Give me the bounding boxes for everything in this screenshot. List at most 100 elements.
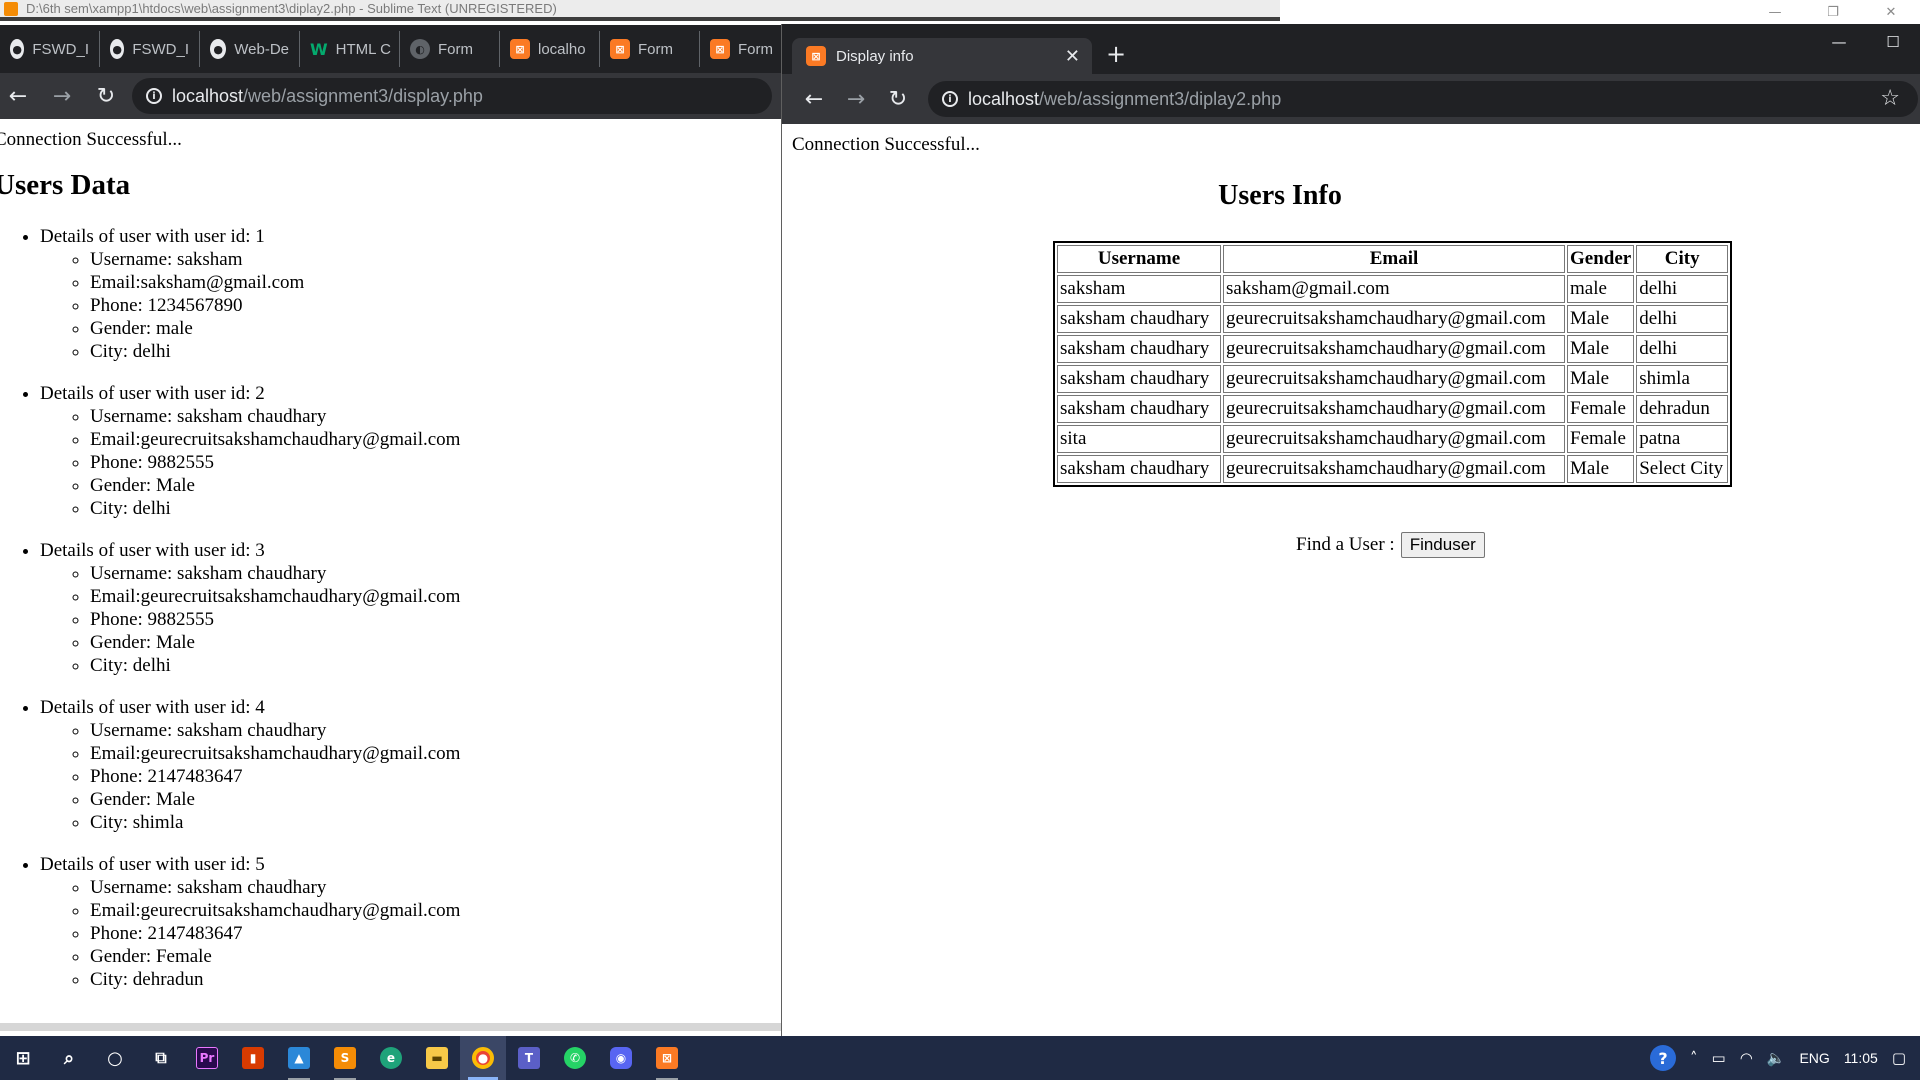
chrome-icon[interactable]: ● (460, 1036, 506, 1080)
tab-github-2[interactable]: ● FSWD_I (100, 31, 200, 67)
user-city: City: dehradun (90, 968, 460, 991)
url-path: /web/assignment3/diplay2.php (1039, 88, 1282, 109)
table-row: saksham chaudhary geurecruitsakshamchaud… (1057, 365, 1729, 393)
sublime-title: D:\6th sem\xampp1\htdocs\web\assignment3… (26, 1, 557, 16)
xampp-icon: ⊠ (510, 39, 530, 59)
page-title: Users Info (1218, 180, 1342, 211)
tab-github-1[interactable]: ● FSWD_I (0, 31, 100, 67)
globe-icon: ◐ (410, 39, 430, 59)
whatsapp-icon[interactable]: ✆ (552, 1036, 598, 1080)
restore-icon[interactable]: ❐ (1804, 0, 1862, 24)
table-row: saksham chaudhary geurecruitsakshamchaud… (1057, 455, 1729, 483)
language-indicator[interactable]: ENG (1799, 1050, 1829, 1066)
tab-display-info[interactable]: ⊠ Display info ✕ (792, 38, 1092, 74)
minimize-icon[interactable]: — (1812, 24, 1866, 60)
user-gender: Gender: Male (90, 631, 460, 654)
user-city: City: shimla (90, 811, 460, 834)
user-email: Email:geurecruitsakshamchaudhary@gmail.c… (90, 899, 460, 922)
tab-form-2[interactable]: ⊠ Form (600, 31, 700, 67)
user-gender: Gender: Male (90, 474, 460, 497)
find-user-button[interactable]: Finduser (1400, 532, 1485, 558)
sublime-text-icon[interactable]: S (322, 1036, 368, 1080)
help-icon[interactable]: ? (1650, 1045, 1676, 1071)
forward-icon[interactable]: → (44, 78, 80, 114)
table-row: sita geurecruitsakshamchaudhary@gmail.co… (1057, 425, 1729, 453)
xampp-icon[interactable]: ⊠ (644, 1036, 690, 1080)
tab-close-icon[interactable]: ✕ (1065, 46, 1080, 67)
xampp-icon: ⊠ (806, 46, 826, 66)
users-list: Details of user with user id: 1 Username… (0, 225, 460, 1010)
tab-w3schools[interactable]: W HTML C (300, 31, 400, 67)
notification-icon[interactable]: ▢ (1892, 1049, 1906, 1067)
info-icon[interactable]: i (942, 91, 958, 107)
forward-icon[interactable]: → (838, 81, 874, 117)
maximize-icon[interactable]: ☐ (1866, 24, 1920, 60)
list-item: Details of user with user id: 3 Username… (40, 539, 460, 677)
table-row: saksham chaudhary geurecruitsakshamchaud… (1057, 335, 1729, 363)
back-icon[interactable]: ← (796, 81, 832, 117)
teams-icon[interactable]: T (506, 1036, 552, 1080)
volume-icon[interactable]: 🔈 (1767, 1049, 1786, 1067)
new-tab-icon[interactable]: + (1106, 40, 1126, 68)
premiere-pro-icon[interactable]: Pr (184, 1036, 230, 1080)
office-icon[interactable]: ▮ (230, 1036, 276, 1080)
tab-localhost[interactable]: ⊠ localho (500, 31, 600, 67)
battery-icon[interactable]: ▭ (1712, 1049, 1726, 1067)
windows-start-icon[interactable]: ⊞ (0, 1036, 46, 1080)
bookmark-star-icon[interactable]: ☆ (1880, 86, 1900, 111)
left-status-bar (0, 1023, 782, 1031)
table-header-row: Username Email Gender City (1057, 245, 1729, 273)
sublime-text-icon (4, 1, 18, 16)
col-email: Email (1223, 245, 1565, 273)
col-city: City (1636, 245, 1729, 273)
right-address-bar[interactable]: i localhost/web/assignment3/diplay2.php (928, 81, 1918, 117)
windows-taskbar: ⊞ ⌕ ○ ⧉ Pr ▮ ▲ S e ▬ ● T ✆ ◉ ⊠ ? ˄ ▭ ◠ 🔈… (0, 1036, 1920, 1080)
wifi-icon[interactable]: ◠ (1740, 1049, 1753, 1067)
github-icon: ● (10, 39, 25, 59)
user-city: City: delhi (90, 497, 460, 520)
page-title: Users Data (0, 169, 131, 201)
user-username: Username: saksham (90, 248, 460, 271)
user-email: Email:geurecruitsakshamchaudhary@gmail.c… (90, 585, 460, 608)
edge-icon[interactable]: e (368, 1036, 414, 1080)
discord-icon[interactable]: ◉ (598, 1036, 644, 1080)
col-gender: Gender (1567, 245, 1635, 273)
user-email: Email:geurecruitsakshamchaudhary@gmail.c… (90, 742, 460, 765)
left-address-bar[interactable]: i localhost/web/assignment3/display.php (132, 78, 772, 114)
info-icon[interactable]: i (146, 88, 162, 104)
user-city: City: delhi (90, 340, 460, 363)
left-tab-strip: ● FSWD_I ● FSWD_I ● Web-De W HTML C ◐ Fo… (0, 25, 782, 73)
reload-icon[interactable]: ↻ (88, 78, 124, 114)
url-host: localhost (968, 88, 1040, 109)
back-icon[interactable]: ← (0, 78, 36, 114)
cortana-icon[interactable]: ○ (92, 1036, 138, 1080)
tab-form-1[interactable]: ◐ Form (400, 31, 500, 67)
users-table: Username Email Gender City saksham saksh… (1053, 241, 1733, 487)
photos-icon[interactable]: ▲ (276, 1036, 322, 1080)
close-icon[interactable]: ✕ (1862, 0, 1920, 24)
tab-github-3[interactable]: ● Web-De (200, 31, 300, 67)
col-username: Username (1057, 245, 1221, 273)
search-icon[interactable]: ⌕ (46, 1036, 92, 1080)
tab-form-3[interactable]: ⊠ Form (700, 31, 782, 67)
list-item: Details of user with user id: 2 Username… (40, 382, 460, 520)
find-user-label: Find a User : (1296, 534, 1395, 555)
task-view-icon[interactable]: ⧉ (138, 1036, 184, 1080)
user-email: Email:geurecruitsakshamchaudhary@gmail.c… (90, 428, 460, 451)
table-row: saksham chaudhary geurecruitsakshamchaud… (1057, 395, 1729, 423)
file-explorer-icon[interactable]: ▬ (414, 1036, 460, 1080)
w3schools-icon: W (310, 39, 328, 59)
table-row: saksham chaudhary geurecruitsakshamchaud… (1057, 305, 1729, 333)
connection-status: Connection Successful... (0, 129, 182, 150)
chevron-up-icon[interactable]: ˄ (1690, 1049, 1698, 1067)
user-username: Username: saksham chaudhary (90, 562, 460, 585)
user-gender: Gender: Female (90, 945, 460, 968)
background-window-controls: — ❐ ✕ (1746, 0, 1920, 24)
xampp-icon: ⊠ (710, 39, 730, 59)
minimize-icon[interactable]: — (1746, 0, 1804, 24)
user-username: Username: saksham chaudhary (90, 876, 460, 899)
reload-icon[interactable]: ↻ (880, 81, 916, 117)
user-phone: Phone: 2147483647 (90, 922, 460, 945)
url-path: /web/assignment3/display.php (243, 85, 483, 106)
clock[interactable]: 11:05 (1844, 1050, 1878, 1066)
